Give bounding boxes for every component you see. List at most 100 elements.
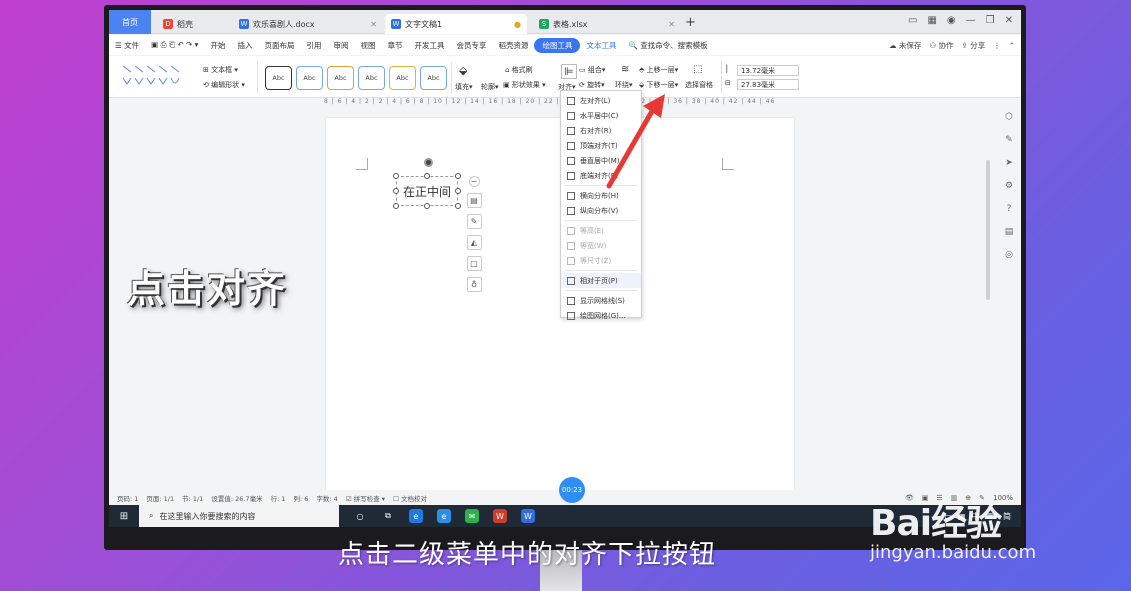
share-button[interactable]: ⇪ 分享: [962, 40, 986, 51]
wrap-icon[interactable]: ≋: [621, 64, 629, 75]
resize-handle[interactable]: [393, 203, 399, 209]
resize-handle[interactable]: [393, 188, 399, 194]
wps-icon[interactable]: W: [493, 509, 507, 523]
taskbar-search[interactable]: ⌕ 在这里输入你要搜索的内容: [139, 505, 339, 527]
shape-effect-button[interactable]: ▣ 形状效果 ▾: [503, 80, 546, 90]
resize-handle[interactable]: [424, 203, 430, 209]
menu-text-tool[interactable]: 文本工具: [580, 40, 622, 51]
menu-drawing-tool[interactable]: 绘图工具: [534, 37, 581, 53]
width-field[interactable]: 27.83毫米: [737, 79, 799, 90]
adjust-icon[interactable]: ⚙: [1005, 181, 1013, 191]
new-tab-plus-icon[interactable]: +: [685, 15, 696, 30]
minimize-icon[interactable]: —: [966, 15, 976, 26]
resize-handle[interactable]: [424, 173, 430, 179]
word-icon[interactable]: W: [521, 509, 535, 523]
close-window-icon[interactable]: ✕: [1005, 15, 1013, 26]
shape-style-2[interactable]: Abc: [296, 66, 323, 90]
menu-references[interactable]: 引用: [300, 40, 327, 51]
outline-square-icon[interactable]: □: [466, 256, 482, 271]
distribute-vertical-item[interactable]: 纵向分布(V): [561, 203, 641, 218]
task-view-icon[interactable]: ⧉: [381, 509, 395, 523]
cortana-icon[interactable]: ○: [353, 509, 367, 523]
textbox-content[interactable]: 在正中间: [403, 183, 451, 200]
selected-textbox[interactable]: 在正中间: [396, 176, 458, 206]
collab-button[interactable]: ⚇ 协作: [929, 40, 953, 51]
unsaved-button[interactable]: ☁ 未保存: [889, 40, 921, 51]
pen-icon[interactable]: ✎: [466, 214, 482, 229]
close-icon[interactable]: ✕: [370, 20, 377, 29]
outline-button[interactable]: 轮廓▾: [481, 82, 499, 92]
menu-view[interactable]: 视图: [354, 40, 381, 51]
quick-access-icons[interactable]: ▣ ⎙ ⎗ ↶ ↷ ▾: [145, 40, 204, 50]
edge-icon[interactable]: e: [409, 509, 423, 523]
menu-insert[interactable]: 插入: [231, 40, 258, 51]
wechat-icon[interactable]: ✉: [465, 509, 479, 523]
lightbulb-icon[interactable]: ♁: [466, 277, 482, 292]
menu-review[interactable]: 审阅: [327, 40, 354, 51]
height-field[interactable]: 13.72毫米: [737, 65, 799, 76]
drawing-grid-item[interactable]: 绘图网格(G)...: [561, 308, 641, 323]
shape-style-4[interactable]: Abc: [358, 66, 385, 90]
rotate-handle[interactable]: [424, 158, 433, 167]
format-painter-button[interactable]: ⌂ 格式刷: [505, 65, 533, 75]
resize-handle[interactable]: [455, 173, 461, 179]
bring-forward-button[interactable]: ⬘ 上移一层▾: [639, 65, 678, 75]
menu-page-layout[interactable]: 页面布局: [258, 40, 300, 51]
fill-bucket-icon[interactable]: ◭: [466, 235, 482, 250]
menu-daoke[interactable]: 稻壳资源: [492, 40, 534, 51]
windows-start-icon[interactable]: ⊞: [109, 511, 139, 522]
grid-icon[interactable]: ▦: [927, 15, 936, 26]
restore-icon[interactable]: ❐: [986, 15, 995, 26]
cursor-icon[interactable]: ➤: [1005, 158, 1013, 168]
edit-shape-button[interactable]: ⟲ 编辑形状 ▾: [203, 80, 245, 90]
browser-icon[interactable]: e: [437, 509, 451, 523]
relative-to-page-item[interactable]: 相对于页(P): [561, 273, 641, 288]
send-backward-button[interactable]: ⬙ 下移一层▾: [639, 80, 678, 90]
proofread-button[interactable]: ☐ 文档校对: [393, 493, 427, 503]
location-icon[interactable]: ◎: [1005, 250, 1013, 260]
tab-daoke[interactable]: D 稻壳: [157, 14, 227, 34]
textbox-button[interactable]: ⊞ 文本框 ▾: [203, 65, 238, 75]
pen-icon[interactable]: ✎: [1005, 135, 1013, 145]
menu-section[interactable]: 章节: [381, 40, 408, 51]
shape-style-5[interactable]: Abc: [389, 66, 416, 90]
resize-handle[interactable]: [455, 203, 461, 209]
layout-options-icon[interactable]: ▤: [466, 193, 482, 208]
search-command[interactable]: 🔍 查找命令、搜索模板: [622, 40, 713, 51]
tab-xlsx[interactable]: S 表格.xlsx ✕: [533, 14, 681, 34]
group-button[interactable]: ▭ 组合▾: [579, 65, 605, 75]
tab-active-doc[interactable]: W 文字文稿1 ●: [385, 14, 527, 34]
menu-developer[interactable]: 开发工具: [408, 40, 450, 51]
menu-start[interactable]: 开始: [204, 40, 231, 51]
avatar[interactable]: ◉: [947, 15, 956, 26]
help-icon[interactable]: ?: [1007, 204, 1012, 214]
spell-check-button[interactable]: ☑ 拼写检查 ▾: [346, 493, 385, 503]
close-icon[interactable]: ✕: [668, 20, 675, 29]
shape-style-1[interactable]: Abc: [265, 66, 292, 90]
status-words[interactable]: 字数: 4: [316, 493, 337, 503]
collapse-icon[interactable]: ⌃: [1009, 41, 1015, 50]
shape-icon[interactable]: ⬡: [1005, 112, 1013, 122]
wrap-button[interactable]: 环绕▾: [615, 80, 633, 90]
resize-handle[interactable]: [393, 173, 399, 179]
align-icon[interactable]: ⊫: [561, 64, 577, 79]
selection-pane-icon[interactable]: ⬚: [693, 64, 702, 75]
tab-docx[interactable]: W 欢乐喜剧人.docx ✕: [233, 14, 383, 34]
tab-home[interactable]: 首页: [109, 10, 151, 34]
translate-icon[interactable]: ▤: [1005, 227, 1014, 237]
shape-style-6[interactable]: Abc: [420, 66, 447, 90]
shape-style-3[interactable]: Abc: [327, 66, 354, 90]
show-gridlines-item[interactable]: 显示网格线(S): [561, 293, 641, 308]
resize-handle[interactable]: [455, 188, 461, 194]
menu-member[interactable]: 会员专享: [450, 40, 492, 51]
selection-pane-button[interactable]: 选择窗格: [685, 80, 713, 90]
layout-icon[interactable]: ▭: [908, 15, 917, 26]
vertical-scrollbar[interactable]: [986, 160, 990, 300]
fill-button[interactable]: 填充▾: [455, 82, 473, 92]
rotate-button[interactable]: ⟳ 旋转▾: [579, 80, 605, 90]
fill-icon[interactable]: ⬙: [459, 64, 467, 77]
menu-file[interactable]: ☰ 文件: [109, 40, 145, 51]
shape-gallery[interactable]: [121, 62, 183, 90]
collapse-minus-icon[interactable]: −: [468, 176, 480, 187]
more-icon[interactable]: ⋮: [993, 41, 1001, 50]
